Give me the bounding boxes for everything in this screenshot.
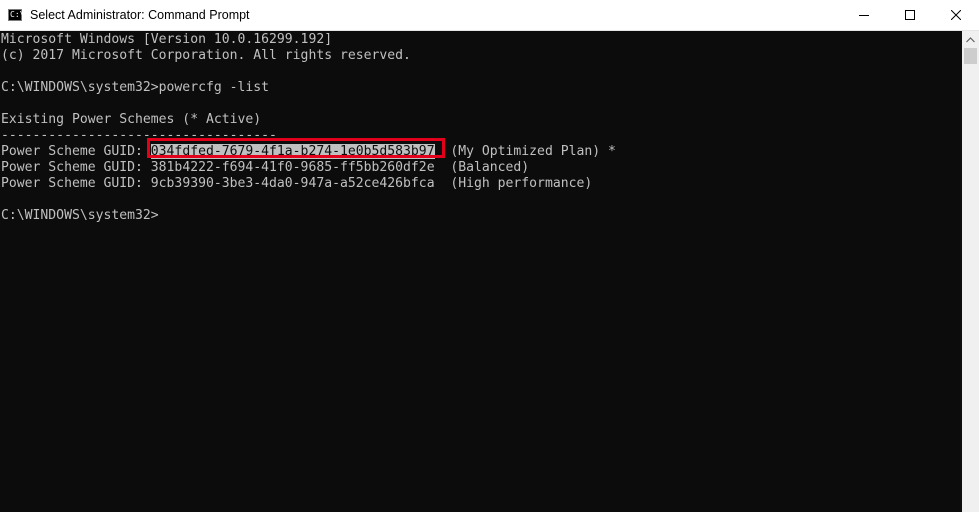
console-line-heading: Existing Power Schemes (* Active) <box>1 112 262 127</box>
window-title: Select Administrator: Command Prompt <box>30 8 250 22</box>
console-output[interactable]: Microsoft Windows [Version 10.0.16299.19… <box>0 31 962 512</box>
scheme-row: Power Scheme GUID: 381b4222-f694-41f0-96… <box>1 160 529 176</box>
command-prompt-icon[interactable]: C:\ <box>8 9 25 21</box>
console-line-command: C:\WINDOWS\system32>powercfg -list <box>1 80 270 95</box>
scheme-guid-label: Power Scheme GUID: <box>1 176 151 191</box>
maximize-button[interactable] <box>887 0 933 30</box>
scheme-row: Power Scheme GUID: 9cb39390-3be3-4da0-94… <box>1 176 592 192</box>
scheme-guid: 9cb39390-3be3-4da0-947a-a52ce426bfca <box>150 176 435 191</box>
scroll-up-button[interactable] <box>962 31 979 48</box>
close-icon <box>951 10 961 20</box>
console-prompt: C:\WINDOWS\system32> <box>1 208 159 223</box>
scheme-guid: 381b4222-f694-41f0-9685-ff5bb260df2e <box>150 160 435 175</box>
scheme-name: (Balanced) <box>434 160 530 175</box>
command-prompt-icon-glyph: C:\ <box>10 10 25 19</box>
title-bar[interactable]: C:\ Select Administrator: Command Prompt <box>0 0 979 31</box>
scheme-name: (My Optimized Plan) * <box>434 144 616 159</box>
vertical-scrollbar[interactable] <box>962 31 979 512</box>
console-line-version: Microsoft Windows [Version 10.0.16299.19… <box>1 32 333 47</box>
scheme-name: (High performance) <box>434 176 593 191</box>
command-prompt-window: C:\ Select Administrator: Command Prompt… <box>0 0 979 512</box>
console-line-copyright: (c) 2017 Microsoft Corporation. All righ… <box>1 48 411 63</box>
scheme-guid-label: Power Scheme GUID: <box>1 144 151 159</box>
minimize-button[interactable] <box>841 0 887 30</box>
chevron-up-icon <box>966 37 975 43</box>
guid-highlight-box <box>147 138 445 158</box>
minimize-icon <box>859 15 869 16</box>
scrollbar-thumb[interactable] <box>964 48 977 64</box>
scheme-guid-label: Power Scheme GUID: <box>1 160 151 175</box>
maximize-icon <box>905 10 915 20</box>
close-button[interactable] <box>933 0 979 30</box>
